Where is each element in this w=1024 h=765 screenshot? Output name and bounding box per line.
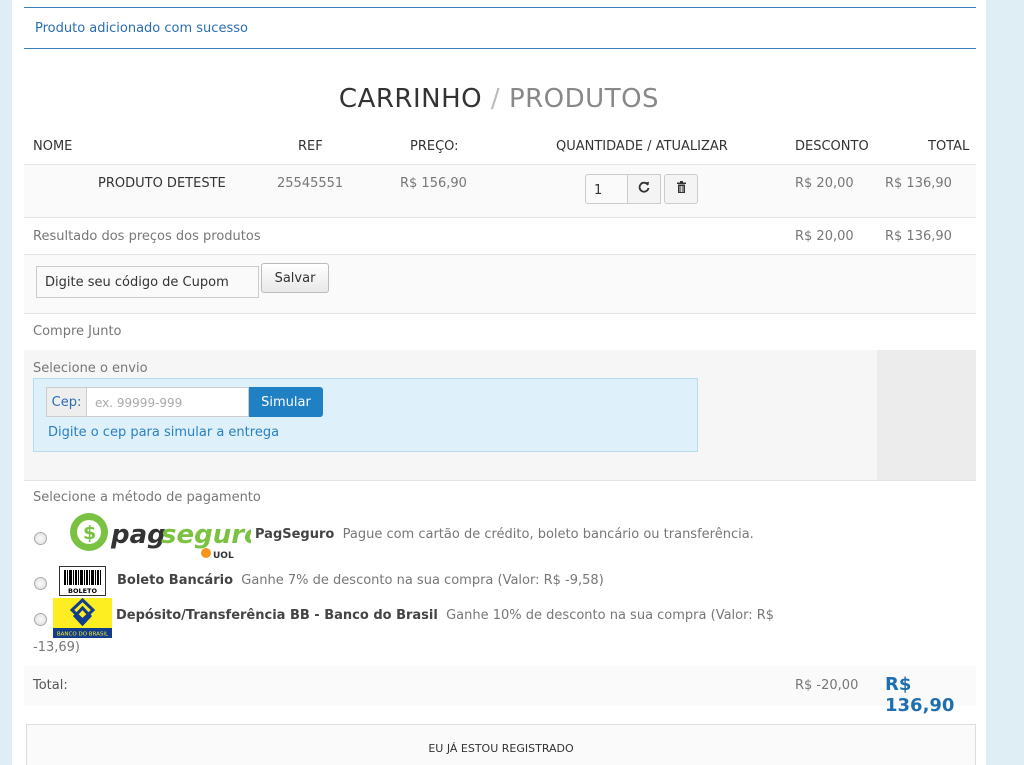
- divider: [24, 217, 976, 218]
- svg-text:seguro: seguro: [161, 520, 251, 550]
- quantity-input[interactable]: 1: [585, 174, 628, 204]
- product-price: R$ 156,90: [400, 176, 467, 191]
- pagseguro-radio[interactable]: [34, 532, 47, 545]
- summary-total: R$ 136,90: [885, 229, 952, 244]
- summary-discount: R$ 20,00: [795, 229, 854, 244]
- svg-text:$: $: [83, 522, 96, 544]
- cep-help-text: Digite o cep para simular a entrega: [48, 425, 280, 440]
- divider: [24, 313, 976, 314]
- bb-name: Depósito/Transferência BB - Banco do Bra…: [116, 608, 438, 623]
- coupon-input[interactable]: Digite seu código de Cupom: [36, 266, 259, 298]
- already-registered-panel[interactable]: EU JÁ ESTOU REGISTRADO: [26, 724, 976, 765]
- cep-input-group: Cep: ex. 99999-999 Simular: [46, 387, 323, 417]
- bb-radio[interactable]: [34, 613, 47, 626]
- grand-total: R$ 136,90: [885, 674, 955, 716]
- delete-button[interactable]: [664, 174, 698, 204]
- pagseguro-desc: Pague com cartão de crédito, boleto banc…: [342, 527, 754, 542]
- coupon-save-button[interactable]: Salvar: [261, 263, 329, 293]
- cart-page: Produto adicionado com sucesso CARRINHO …: [12, 0, 986, 765]
- title-separator: /: [490, 84, 501, 114]
- compre-junto-label: Compre Junto: [33, 324, 122, 339]
- bb-desc: Ganhe 10% de desconto na sua compra (Val…: [446, 608, 775, 623]
- already-registered-label: EU JÁ ESTOU REGISTRADO: [428, 742, 574, 755]
- bb-desc-continued: -13,69): [33, 640, 80, 655]
- trash-icon: [676, 181, 687, 197]
- product-ref: 25545551: [277, 176, 344, 191]
- boleto-name: Boleto Bancário: [117, 573, 233, 588]
- payment-option-boleto: Boleto Bancário Ganhe 7% de desconto na …: [117, 573, 604, 588]
- cep-input[interactable]: ex. 99999-999: [87, 387, 249, 417]
- simulate-button[interactable]: Simular: [249, 387, 323, 417]
- boleto-radio[interactable]: [34, 577, 47, 590]
- total-discount: R$ -20,00: [795, 678, 859, 693]
- header-name: NOME: [33, 139, 73, 154]
- shipping-side-panel: [877, 350, 976, 480]
- svg-text:BOLETO: BOLETO: [68, 587, 97, 595]
- success-alert: Produto adicionado com sucesso: [24, 7, 976, 49]
- payment-option-bb: Depósito/Transferência BB - Banco do Bra…: [116, 608, 774, 623]
- table-row: [24, 165, 976, 217]
- svg-text:BANCO DO BRASIL: BANCO DO BRASIL: [57, 632, 109, 638]
- quantity-control: 1: [585, 174, 698, 204]
- summary-label: Resultado dos preços dos produtos: [33, 229, 261, 244]
- payment-option-pagseguro: PagSeguro Pague com cartão de crédito, b…: [255, 527, 754, 542]
- product-name[interactable]: PRODUTO DETESTE: [98, 176, 226, 191]
- success-message: Produto adicionado com sucesso: [35, 21, 248, 36]
- shipping-label: Selecione o envio: [33, 361, 148, 376]
- product-discount: R$ 20,00: [795, 176, 854, 191]
- divider: [24, 480, 976, 481]
- header-ref: REF: [298, 139, 323, 154]
- svg-text:pag: pag: [110, 520, 166, 550]
- page-title: CARRINHO / PRODUTOS: [12, 84, 986, 114]
- header-price: PREÇO:: [410, 139, 459, 154]
- refresh-button[interactable]: [627, 174, 662, 204]
- title-sub: PRODUTOS: [508, 84, 660, 114]
- title-main: CARRINHO: [338, 84, 483, 114]
- svg-text:UOL: UOL: [213, 551, 234, 561]
- cep-label: Cep:: [46, 387, 87, 417]
- refresh-icon: [638, 181, 650, 197]
- banco-do-brasil-logo: BANCO DO BRASIL: [53, 597, 112, 638]
- header-discount: DESCONTO: [795, 139, 869, 154]
- header-total: TOTAL: [928, 139, 970, 154]
- total-label: Total:: [33, 678, 68, 693]
- pagseguro-logo: $ pag seguro UOL: [56, 508, 262, 562]
- pagseguro-name: PagSeguro: [255, 527, 335, 542]
- product-total: R$ 136,90: [885, 176, 952, 191]
- header-quantity: QUANTIDADE / ATUALIZAR: [556, 139, 728, 154]
- barcode-icon: BOLETO: [59, 566, 106, 596]
- payment-label: Selecione a método de pagamento: [33, 490, 261, 505]
- boleto-desc: Ganhe 7% de desconto na sua compra (Valo…: [241, 573, 604, 588]
